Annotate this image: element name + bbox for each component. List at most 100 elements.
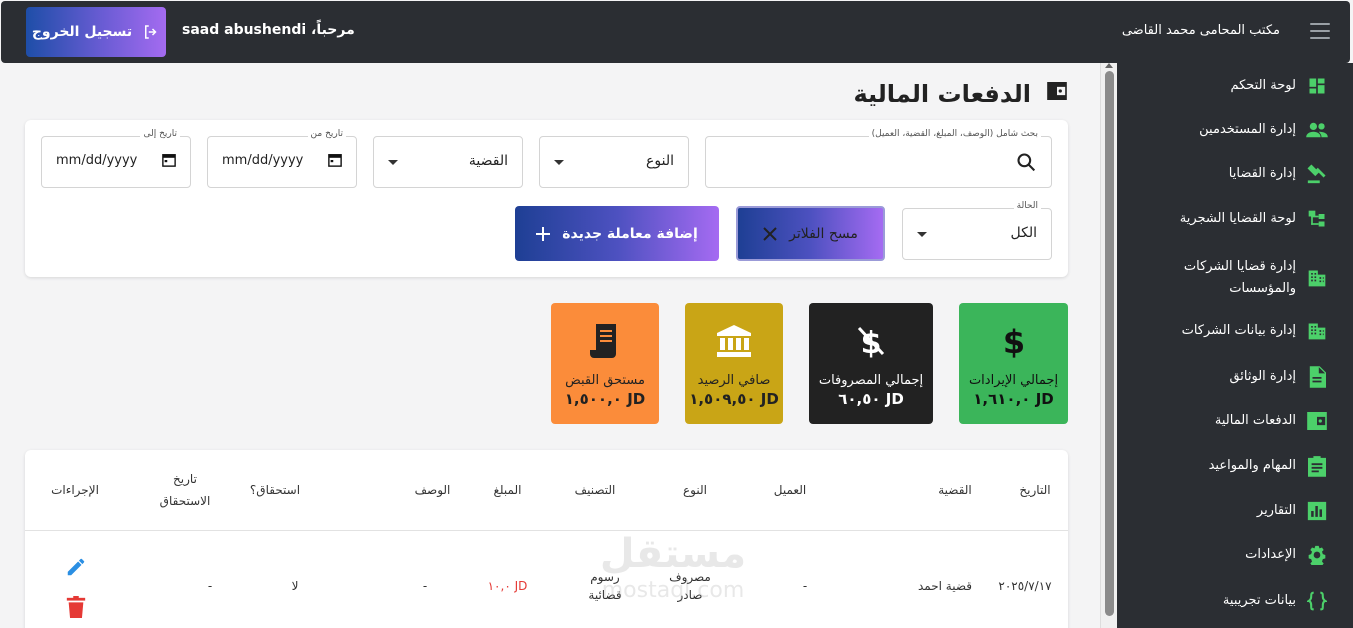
column-header[interactable]: العميل (760, 479, 820, 501)
chart-icon (1306, 500, 1328, 522)
cell-description: - (422, 579, 428, 593)
sidebar-item-reports[interactable]: التقارير (1257, 500, 1328, 522)
sidebar-item-dashboard[interactable]: لوحة التحكم (1230, 75, 1328, 97)
receipt-icon (587, 323, 623, 359)
cell-type: مصروف صادر (669, 570, 711, 602)
column-header[interactable]: التصنيف (565, 479, 625, 501)
sidebar-item-companies[interactable]: إدارة بيانات الشركات (1182, 320, 1328, 342)
search-field[interactable]: بحث شامل (الوصف، المبلغ، القضية، العميل) (705, 129, 1052, 188)
type-select-value: النوع (646, 153, 674, 169)
gear-icon (1306, 544, 1328, 566)
menu-icon[interactable] (1310, 23, 1330, 39)
cell-category: رسوم قضائية (588, 570, 622, 602)
type-select[interactable]: النوع (539, 136, 689, 188)
sidebar-item-payments[interactable]: الدفعات المالية (1215, 410, 1328, 432)
edit-icon[interactable] (65, 556, 87, 578)
stat-label: إجمالي المصروفات (818, 373, 924, 388)
column-header[interactable]: التاريخ (1010, 479, 1060, 501)
building-icon (1306, 320, 1328, 342)
stat-label: مستحق القبض (565, 373, 645, 388)
sidebar-item-label: المهام والمواعيد (1208, 458, 1296, 473)
stat-label: إجمالي الإيرادات (968, 373, 1059, 388)
sidebar-item-users[interactable]: إدارة المستخدمين (1199, 119, 1328, 141)
svg-text:$: $ (1002, 324, 1024, 358)
chevron-down-icon (554, 160, 564, 165)
main-scrollbar[interactable] (1100, 63, 1117, 628)
page-title: الدفعات المالية (853, 80, 1031, 108)
column-header[interactable]: استحقاق؟ (235, 479, 315, 501)
date-to-input[interactable]: تاريخ إلى mm/dd/yyyy (41, 129, 191, 188)
date-from-value: mm/dd/yyyy (222, 153, 304, 168)
cell-date: ٢٠٢٥/٧/١٧ (998, 579, 1052, 593)
case-select-value: القضية (468, 153, 508, 169)
sidebar-item-settings[interactable]: الإعدادات (1245, 544, 1328, 566)
sidebar-item-label: التقارير (1256, 503, 1296, 518)
column-header[interactable]: القضية (920, 479, 990, 501)
building-icon (1306, 267, 1328, 289)
logout-button[interactable]: تسجيل الخروج (26, 7, 166, 57)
add-transaction-label: إضافة معاملة جديدة (562, 225, 698, 242)
search-icon (1017, 153, 1036, 172)
column-header[interactable]: النوع (670, 479, 720, 501)
stat-value: JD ١,٥٠٠,٠ (564, 390, 646, 408)
column-header[interactable]: المبلغ (480, 479, 535, 501)
date-to-value: mm/dd/yyyy (56, 153, 138, 168)
stat-value: JD ١,٦١٠,٠ (973, 390, 1054, 408)
scroll-thumb[interactable] (1105, 71, 1114, 616)
case-select[interactable]: القضية (373, 136, 523, 188)
no-money-icon: $ (853, 323, 889, 359)
plus-icon (536, 226, 551, 241)
wallet-icon (1306, 410, 1328, 432)
sidebar-item-tasks[interactable]: المهام والمواعيد (1209, 455, 1328, 477)
braces-icon (1306, 590, 1328, 612)
top-bar: مكتب المحامى محمد القاضى مرحباً، saad ab… (1, 1, 1350, 63)
welcome-text: مرحباً، saad abushendi (182, 22, 355, 38)
stat-value: JD ١,٥٠٩,٥٠ (689, 390, 779, 408)
cell-due: لا (291, 579, 299, 593)
cell-amount: JD ١٠,٠ (487, 579, 528, 593)
sidebar-item-demo-data[interactable]: بيانات تجريبية (1223, 590, 1328, 612)
document-icon (1306, 366, 1328, 388)
sidebar-item-company-cases[interactable]: إدارة قضايا الشركات والمؤسسات (1178, 256, 1328, 300)
sidebar-item-label: لوحة القضايا الشجرية (1179, 211, 1296, 226)
filter-card: بحث شامل (الوصف، المبلغ، القضية، العميل)… (25, 120, 1068, 277)
column-header: الإجراءات (51, 483, 99, 497)
stat-card-revenue: $ إجمالي الإيرادات JD ١,٦١٠,٠ (959, 303, 1068, 424)
chevron-down-icon (917, 232, 927, 237)
sidebar-item-documents[interactable]: إدارة الوثائق (1229, 366, 1328, 388)
scroll-up-arrow[interactable] (1105, 63, 1113, 68)
search-label: بحث شامل (الوصف، المبلغ، القضية، العميل) (868, 129, 1041, 139)
sidebar-item-tree-board[interactable]: لوحة القضايا الشجرية (1180, 208, 1328, 230)
calendar-icon[interactable] (328, 153, 342, 167)
calendar-icon[interactable] (162, 153, 176, 167)
delete-icon[interactable] (66, 596, 86, 618)
date-to-label: تاريخ إلى (140, 129, 180, 139)
office-title: مكتب المحامى محمد القاضى (1121, 23, 1280, 38)
chevron-down-icon (388, 160, 398, 165)
stat-card-expenses: $ إجمالي المصروفات JD ٦٠,٥٠ (809, 303, 933, 424)
sidebar-item-label: لوحة التحكم (1230, 78, 1296, 93)
payments-table: التاريخ القضية العميل النوع التصنيف المب… (25, 450, 1068, 628)
bank-icon (716, 323, 752, 359)
clear-filters-label: مسح الفلاتر (789, 225, 858, 242)
status-label: الحالة (1013, 201, 1041, 211)
add-transaction-button[interactable]: إضافة معاملة جديدة (515, 206, 719, 261)
sidebar: لوحة التحكم إدارة المستخدمين إدارة القضا… (1117, 63, 1353, 628)
sidebar-item-label: إدارة المستخدمين (1199, 122, 1296, 137)
sidebar-item-cases[interactable]: إدارة القضايا (1229, 163, 1328, 185)
sidebar-item-label: الإعدادات (1245, 547, 1296, 562)
sidebar-item-label: إدارة قضايا الشركات والمؤسسات (1183, 259, 1296, 296)
stat-value: JD ٦٠,٥٠ (838, 390, 904, 408)
tree-icon (1306, 208, 1328, 230)
status-select[interactable]: الحالة الكل (902, 201, 1052, 260)
column-header[interactable]: الوصف (405, 479, 460, 501)
date-from-input[interactable]: تاريخ من mm/dd/yyyy (207, 129, 357, 188)
clipboard-icon (1306, 455, 1328, 477)
date-from-label: تاريخ من (307, 129, 346, 139)
logout-icon (145, 25, 157, 39)
header-divider (25, 530, 1068, 531)
cell-case: قضية احمد (918, 579, 972, 593)
sidebar-item-label: الدفعات المالية (1214, 413, 1296, 428)
column-header[interactable]: تاريخ الاستحقاق (155, 468, 215, 512)
clear-filters-button[interactable]: مسح الفلاتر (736, 206, 885, 261)
